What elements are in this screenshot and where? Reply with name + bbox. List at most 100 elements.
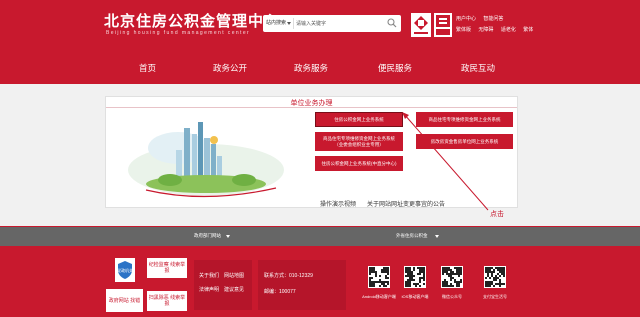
search-scope-select[interactable]: 站内搜索 — [266, 19, 286, 26]
qr-module — [442, 285, 444, 287]
nav-home[interactable]: 首页 — [139, 62, 156, 74]
alipay-qr — [484, 266, 506, 288]
qr-module — [407, 273, 409, 275]
qr-module — [458, 275, 460, 277]
gov-service-logo[interactable] — [434, 13, 452, 37]
site-title[interactable]: 北京住房公积金管理中心 — [104, 10, 280, 31]
qr-module — [489, 271, 491, 273]
housing-fund-central-subcenter-button[interactable]: 住房公积金网上业务系统(中直分中心) — [315, 156, 403, 171]
qr-module — [407, 271, 409, 273]
qr-module — [415, 285, 417, 287]
qr-module — [383, 267, 385, 269]
accessibility-link[interactable]: 无障碍 — [478, 27, 493, 33]
qr-code-pattern — [369, 267, 389, 287]
nav-interaction[interactable]: 政民互动 — [461, 62, 495, 74]
qr-module — [385, 281, 387, 283]
qr-module — [485, 285, 487, 287]
qr-module — [411, 279, 413, 281]
nav-public-services[interactable]: 便民服务 — [378, 62, 412, 74]
search-box: 站内搜索 — [263, 15, 401, 32]
search-input[interactable] — [296, 18, 382, 29]
maintenance-fund-owners-committee-button[interactable]: 商品住宅专项维修资金网上业务系统（业委会组织业主专用） — [315, 132, 403, 151]
qr-module — [458, 267, 460, 269]
other-province-fund-select[interactable]: 外省住房公积金 — [396, 233, 428, 239]
qr-module — [444, 281, 446, 283]
housing-fund-online-system-button[interactable]: 住房公积金网上业务系统 — [315, 112, 403, 127]
qr-module — [491, 267, 493, 269]
legal-statement-link[interactable]: 法律声明 — [199, 286, 219, 293]
gov-site-error-badge[interactable]: 政府网站 找错 — [106, 289, 143, 312]
nav-gov-services[interactable]: 政务服务 — [294, 62, 328, 74]
qr-module — [371, 269, 373, 271]
qr-module — [383, 281, 385, 283]
gov-department-sites-select[interactable]: 政府部门网站 — [194, 233, 221, 239]
qr-module — [405, 271, 407, 273]
suggestion-link[interactable]: 建议意见 — [224, 286, 244, 293]
qr-module — [499, 281, 501, 283]
nav-gov-affairs[interactable]: 政务公开 — [213, 62, 247, 74]
qr-module — [497, 273, 499, 275]
chevron-down-icon[interactable] — [435, 235, 439, 238]
qr-module — [487, 269, 489, 271]
qr-module — [452, 285, 454, 287]
anti-crime-report-badge[interactable]: 扫黑除恶 线索举报 — [147, 291, 187, 311]
qr-module — [485, 281, 487, 283]
qr-module — [497, 283, 499, 285]
qr-module — [495, 277, 497, 279]
qr-module — [409, 269, 411, 271]
chevron-down-icon[interactable] — [226, 235, 230, 238]
qr-module — [444, 285, 446, 287]
qr-module — [405, 267, 407, 269]
discipline-report-badge[interactable]: 纪检监察 线索举报 — [147, 258, 187, 278]
qr-module — [375, 273, 377, 275]
party-gov-logo[interactable] — [411, 13, 431, 37]
qr-module — [371, 283, 373, 285]
elderly-mode-link[interactable]: 适老化 — [501, 27, 516, 33]
party-gov-badge[interactable]: 党政机关 — [115, 258, 135, 282]
chevron-down-icon[interactable] — [287, 22, 291, 25]
qr-module — [409, 283, 411, 285]
qr-module — [411, 271, 413, 273]
qr-module — [387, 267, 389, 269]
qr-module — [407, 285, 409, 287]
search-icon[interactable] — [387, 18, 397, 28]
demo-video-link[interactable]: 操作演示视频 — [320, 199, 356, 208]
qr-module — [444, 269, 446, 271]
qr-module — [493, 285, 495, 287]
qr-module — [419, 285, 421, 287]
traditional-chinese-link[interactable]: 繁体 — [523, 27, 533, 33]
qr-module — [489, 269, 491, 271]
qr-module — [419, 269, 421, 271]
qr-module — [423, 275, 425, 277]
qr-module — [446, 267, 448, 269]
party-gov-badge-label: 党政机关 — [117, 267, 133, 273]
qr-module — [446, 283, 448, 285]
qr-module — [444, 283, 446, 285]
smart-qa-link[interactable]: 智能问答 — [483, 16, 503, 22]
qr-module — [460, 279, 462, 281]
qr-module — [421, 271, 423, 273]
qr-module — [423, 267, 425, 269]
qr-module — [379, 285, 381, 287]
qr-module — [407, 267, 409, 269]
sitemap-link[interactable]: 网站地图 — [224, 272, 244, 279]
qr-module — [450, 285, 452, 287]
qr-module — [485, 283, 487, 285]
qr-module — [497, 277, 499, 279]
qr-module — [369, 271, 371, 273]
qr-module — [454, 267, 456, 269]
qr-module — [458, 281, 460, 283]
traditional-link[interactable]: 繁体版 — [456, 27, 471, 33]
qr-module — [373, 267, 375, 269]
qr-module — [409, 279, 411, 281]
footer-links-box: 关于我们 网站地图 法律声明 建议意见 — [194, 260, 252, 310]
qr-module — [501, 269, 503, 271]
user-center-link[interactable]: 用户中心 — [456, 16, 476, 22]
qr-module — [487, 285, 489, 287]
about-us-link[interactable]: 关于我们 — [199, 272, 219, 279]
city-skyline-illustration — [128, 122, 284, 198]
qr-module — [489, 277, 491, 279]
qr-module — [423, 277, 425, 279]
qr-module — [405, 283, 407, 285]
qr-module — [493, 277, 495, 279]
